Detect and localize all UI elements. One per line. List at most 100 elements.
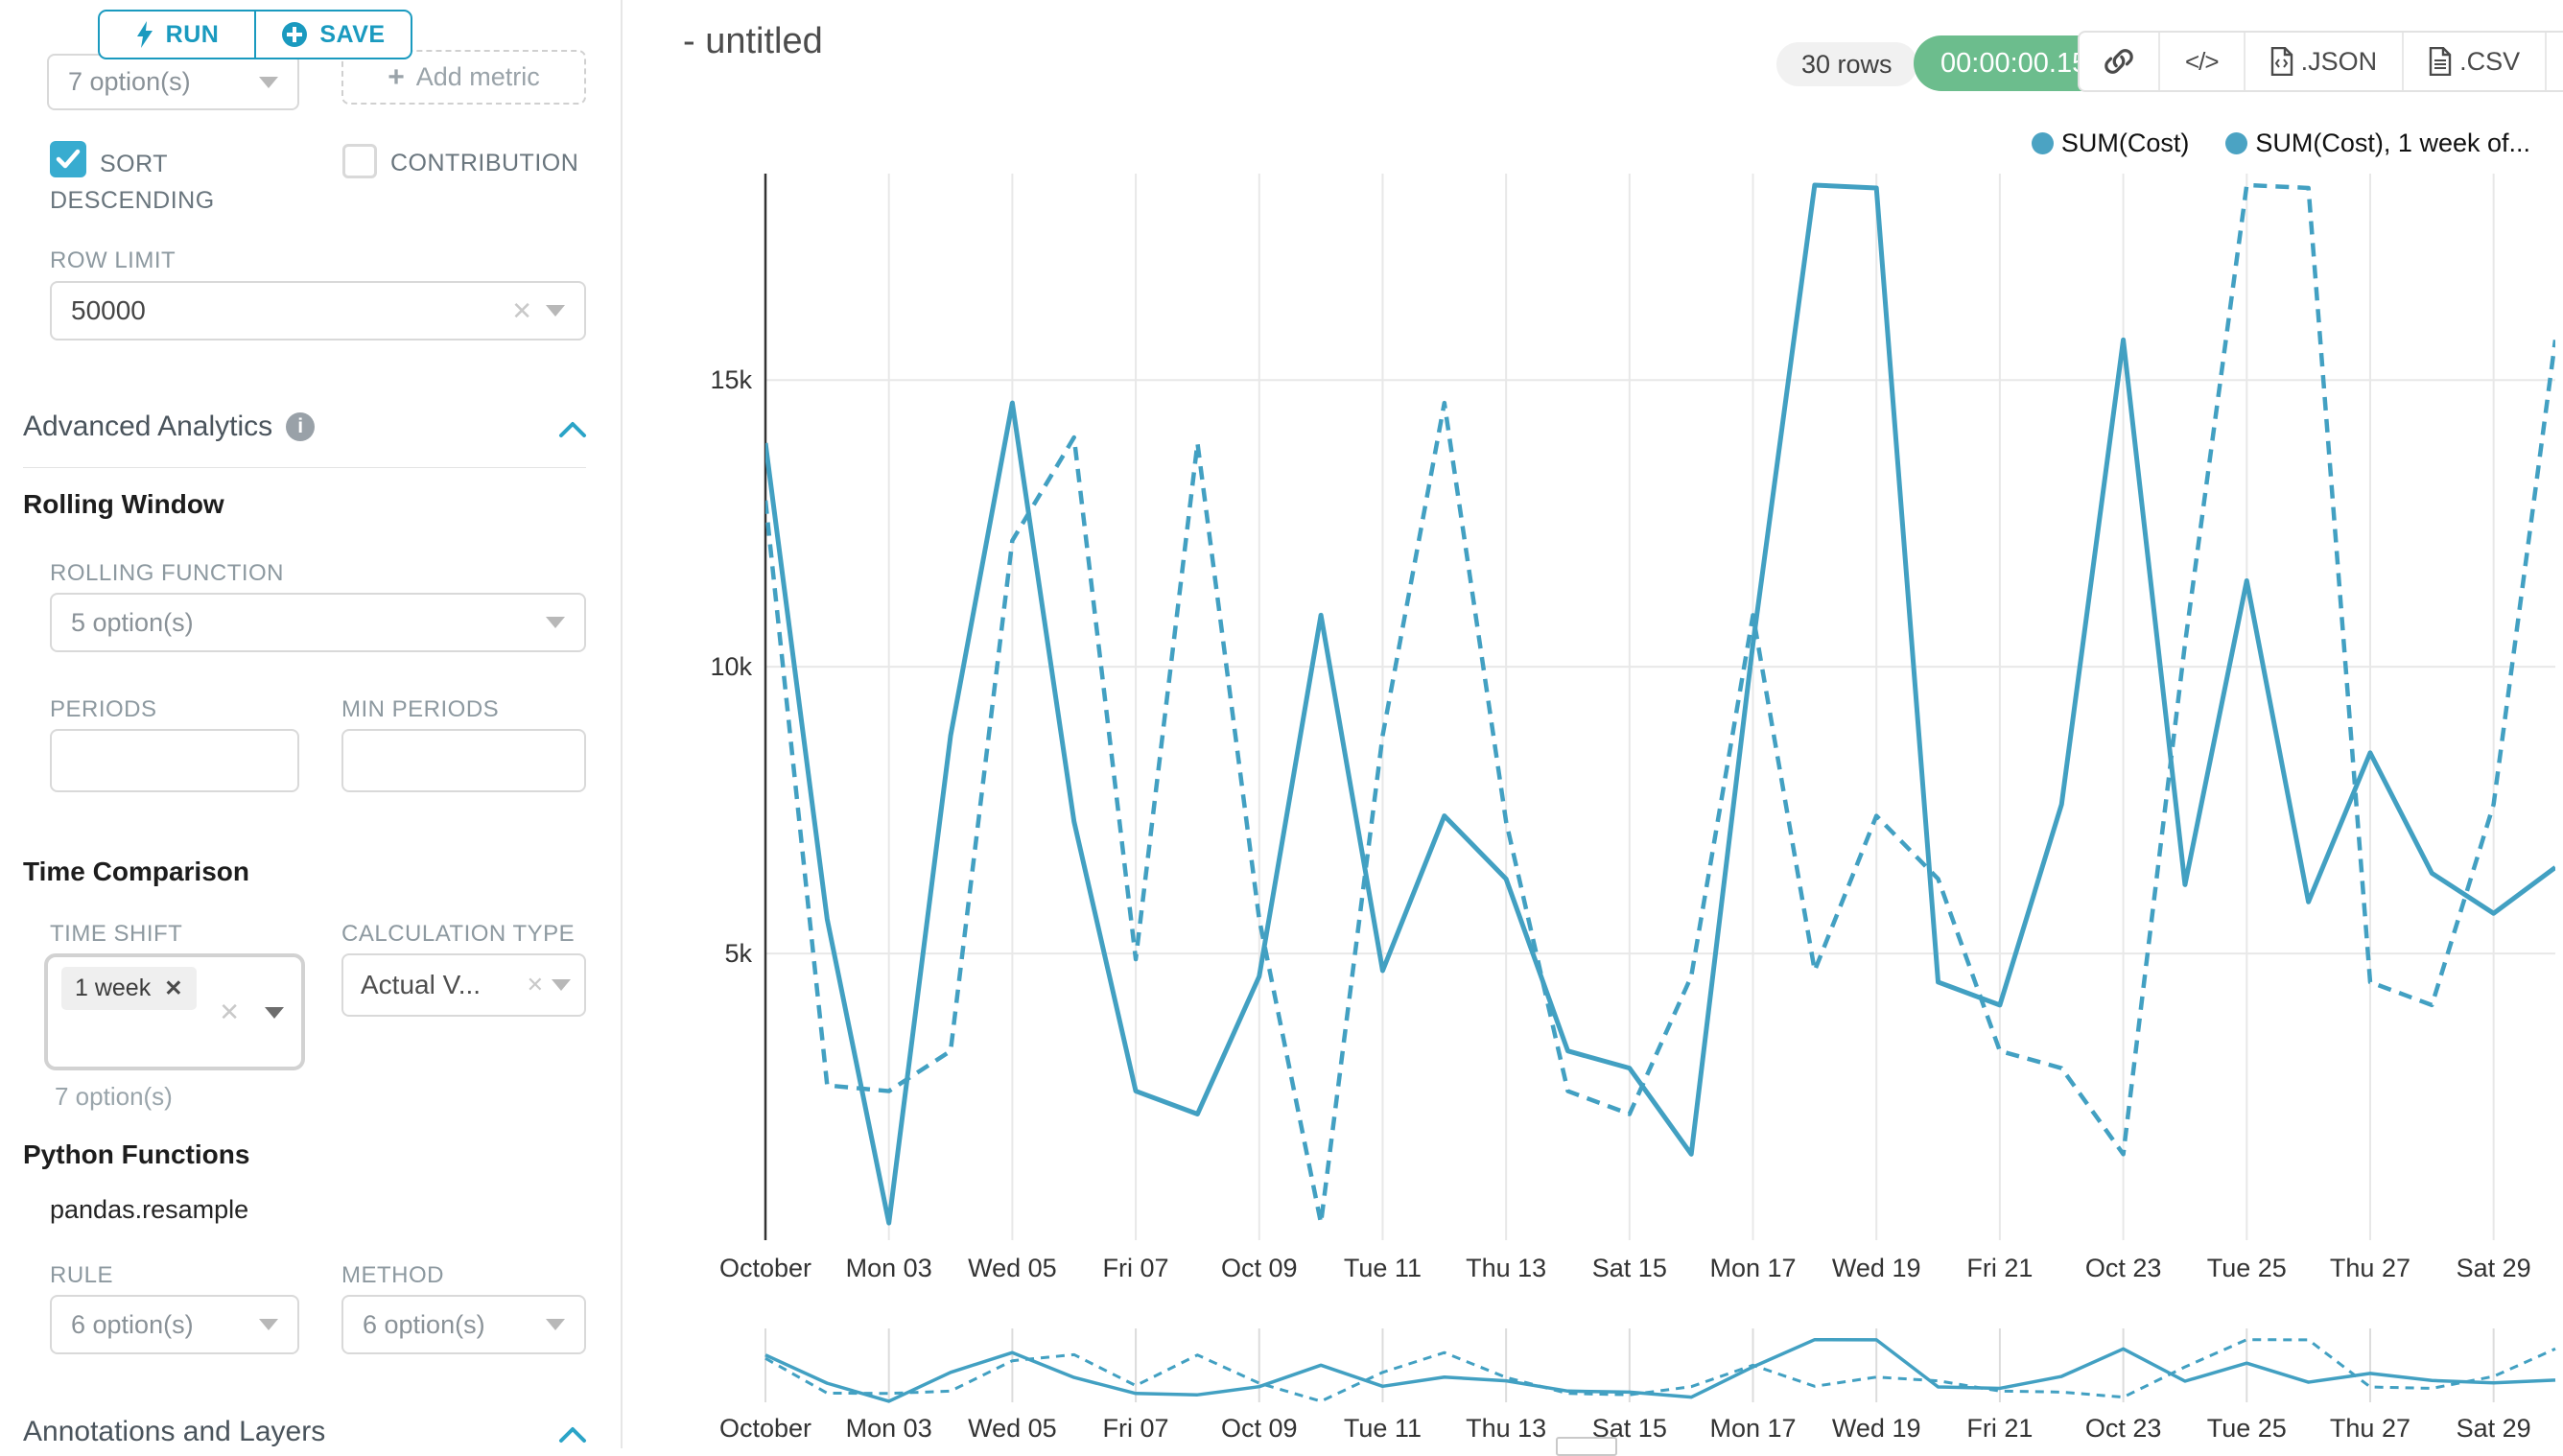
mini-series-line-dashed[interactable]: [765, 1340, 2555, 1401]
clear-icon[interactable]: ✕: [219, 998, 240, 1027]
series-line-dashed[interactable]: [765, 185, 2555, 1223]
calculation-type-value: Actual V...: [361, 970, 521, 1000]
save-button[interactable]: SAVE: [254, 12, 411, 58]
x-tick-label: Tue 25: [2207, 1254, 2287, 1282]
copy-link-button[interactable]: [2080, 33, 2158, 90]
x-tick-label: Wed 19: [1832, 1254, 1921, 1282]
metric-select[interactable]: 7 option(s): [47, 54, 299, 110]
chevron-down-icon: [546, 617, 565, 628]
row-count-badge: 30 rows: [1776, 42, 1917, 86]
x-tick-label: Mon 03: [846, 1254, 932, 1282]
min-periods-label: MIN PERIODS: [341, 696, 499, 723]
rolling-window-header: Rolling Window: [23, 489, 224, 520]
time-shift-tag-value: 1 week: [75, 975, 151, 1002]
series-lines: [765, 185, 2555, 1223]
mini-x-tick-label: Wed 05: [968, 1414, 1057, 1443]
json-label: .JSON: [2301, 47, 2378, 77]
run-save-button-group: RUN SAVE: [98, 10, 412, 59]
x-tick-label: Thu 27: [2330, 1254, 2410, 1282]
clear-icon[interactable]: ✕: [527, 973, 544, 998]
contribution-label: CONTRIBUTION: [390, 150, 578, 177]
x-tick-label: Mon 17: [1709, 1254, 1796, 1282]
remove-tag-icon[interactable]: ✕: [164, 975, 182, 1001]
time-shift-helper: 7 option(s): [55, 1082, 173, 1112]
series-line-solid[interactable]: [765, 185, 2555, 1223]
calculation-type-select[interactable]: Actual V... ✕: [341, 953, 586, 1017]
clear-icon[interactable]: ✕: [511, 296, 532, 326]
datazoom-handle[interactable]: [1556, 1437, 1617, 1456]
mini-x-tick-label: Thu 27: [2330, 1414, 2410, 1443]
rule-select[interactable]: 6 option(s): [50, 1295, 299, 1354]
run-button[interactable]: RUN: [100, 12, 254, 58]
advanced-analytics-label: Advanced Analytics: [23, 411, 272, 443]
chart-title[interactable]: - untitled: [683, 21, 823, 62]
annotations-header[interactable]: Annotations and Layers: [23, 1416, 325, 1448]
annotations-label: Annotations and Layers: [23, 1416, 325, 1448]
lightning-icon: [135, 21, 154, 48]
method-select[interactable]: 6 option(s): [341, 1295, 586, 1354]
rolling-function-value: 5 option(s): [71, 608, 532, 638]
embed-code-button[interactable]: </>: [2158, 33, 2244, 90]
collapse-chevron-up-icon[interactable]: [558, 1425, 587, 1444]
control-panel: 7 option(s) + Add metric RUN SAVE SORT D…: [0, 0, 622, 1448]
method-label: METHOD: [341, 1262, 444, 1289]
mini-series-line-solid[interactable]: [765, 1340, 2555, 1401]
chevron-down-icon: [259, 77, 278, 88]
save-label: SAVE: [319, 21, 385, 49]
timeseries-chart[interactable]: 5k10k15kOctoberMon 03Wed 05Fri 07Oct 09T…: [671, 144, 2563, 1448]
mini-x-tick-label: Oct 09: [1221, 1414, 1298, 1443]
chevron-down-icon: [546, 305, 565, 317]
mini-x-tick-label: October: [719, 1414, 811, 1443]
advanced-analytics-header[interactable]: Advanced Analytics i: [23, 411, 315, 443]
info-icon[interactable]: i: [286, 412, 315, 441]
row-limit-value: 50000: [71, 295, 500, 326]
mini-x-tick-label: Fri 07: [1103, 1414, 1169, 1443]
collapse-chevron-up-icon[interactable]: [558, 420, 587, 439]
x-axis-labels: OctoberMon 03Wed 05Fri 07Oct 09Tue 11Thu…: [719, 1254, 2531, 1282]
rolling-function-label: ROLLING FUNCTION: [50, 560, 284, 587]
row-limit-label: ROW LIMIT: [50, 247, 176, 274]
mini-x-tick-label: Thu 13: [1466, 1414, 1546, 1443]
python-functions-header: Python Functions: [23, 1139, 249, 1170]
csv-file-icon: [2429, 47, 2452, 76]
x-tick-label: Oct 09: [1221, 1254, 1298, 1282]
rule-value: 6 option(s): [71, 1310, 246, 1340]
mini-x-tick-label: Tue 11: [1344, 1414, 1422, 1443]
y-axis-labels: 5k10k15k: [710, 365, 752, 968]
calculation-type-label: CALCULATION TYPE: [341, 921, 575, 948]
chart-menu-button[interactable]: [2545, 33, 2563, 90]
periods-input[interactable]: [50, 729, 299, 792]
x-tick-label: Oct 23: [2085, 1254, 2162, 1282]
mini-x-axis-labels: OctoberMon 03Wed 05Fri 07Oct 09Tue 11Thu…: [719, 1414, 2531, 1443]
plus-icon: +: [388, 61, 405, 94]
export-json-button[interactable]: .JSON: [2244, 33, 2403, 90]
metric-select-value: 7 option(s): [68, 67, 246, 97]
y-tick-label: 10k: [710, 652, 752, 681]
row-limit-select[interactable]: 50000 ✕: [50, 281, 586, 341]
y-tick-label: 15k: [710, 365, 752, 394]
mini-x-tick-label: Oct 23: [2085, 1414, 2162, 1443]
rolling-function-select[interactable]: 5 option(s): [50, 593, 586, 652]
run-label: RUN: [166, 21, 220, 49]
mini-x-tick-label: Tue 25: [2207, 1414, 2287, 1443]
chevron-down-icon: [265, 1007, 284, 1019]
mini-x-tick-label: Fri 21: [1966, 1414, 2033, 1443]
add-metric-label: Add metric: [416, 62, 540, 92]
csv-label: .CSV: [2459, 47, 2520, 77]
time-shift-multiselect[interactable]: 1 week ✕ ✕: [44, 953, 305, 1070]
chart-actions-toolbar: </> .JSON .CSV: [2078, 31, 2563, 92]
link-icon: [2104, 47, 2133, 76]
mini-x-tick-label: Wed 19: [1832, 1414, 1921, 1443]
x-tick-label: Wed 05: [968, 1254, 1057, 1282]
x-tick-label: Tue 11: [1344, 1254, 1422, 1282]
json-file-icon: [2270, 47, 2293, 76]
method-value: 6 option(s): [363, 1310, 532, 1340]
min-periods-input[interactable]: [341, 729, 586, 792]
export-csv-button[interactable]: .CSV: [2402, 33, 2545, 90]
chevron-down-icon: [259, 1319, 278, 1330]
x-tick-label: Sat 15: [1592, 1254, 1667, 1282]
contribution-checkbox[interactable]: [342, 144, 377, 178]
sort-descending-label: SORT DESCENDING: [50, 146, 261, 219]
time-comparison-header: Time Comparison: [23, 857, 249, 887]
x-tick-label: Sat 29: [2457, 1254, 2531, 1282]
